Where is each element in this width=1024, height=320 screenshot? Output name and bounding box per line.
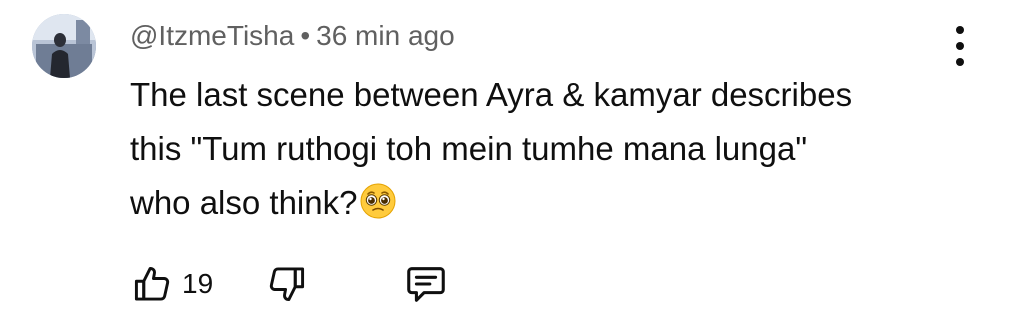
- pleading-face-emoji-icon: [359, 182, 397, 236]
- comment-actions: 19: [130, 258, 449, 310]
- reply-button[interactable]: [403, 261, 449, 307]
- comment-meta: @ItzmeTisha • 36 min ago: [130, 18, 455, 54]
- comment-text: The last scene between Ayra & kamyar des…: [130, 68, 950, 236]
- more-vertical-icon-dot: [956, 42, 964, 50]
- comment-line-1: The last scene between Ayra & kamyar des…: [130, 76, 853, 113]
- meta-separator: •: [300, 20, 311, 51]
- comment-line-3-text: who also think?: [130, 184, 358, 221]
- like-button[interactable]: 19: [130, 262, 213, 306]
- avatar-photo: [32, 14, 96, 78]
- more-vertical-icon-dot: [956, 58, 964, 66]
- comment-line-2: this "Tum ruthogi toh mein tumhe mana lu…: [130, 130, 808, 167]
- comment-reply-icon: [407, 267, 445, 302]
- dislike-button[interactable]: [265, 262, 309, 306]
- more-vertical-icon-dot: [956, 26, 964, 34]
- thumbs-up-icon: [134, 266, 170, 301]
- more-options-button[interactable]: [944, 26, 976, 66]
- comment-time: 36 min ago: [316, 20, 455, 51]
- avatar[interactable]: [32, 14, 96, 78]
- comment-line-3: who also think?: [130, 176, 950, 236]
- author-name[interactable]: @ItzmeTisha: [130, 20, 294, 51]
- like-count: 19: [182, 268, 214, 299]
- thumbs-down-icon: [270, 267, 305, 302]
